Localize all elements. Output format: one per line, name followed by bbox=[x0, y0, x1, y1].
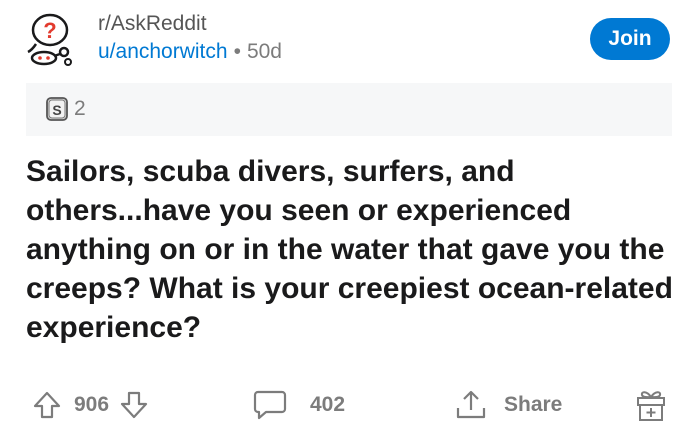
post-title[interactable]: Sailors, scuba divers, surfers, and othe… bbox=[26, 152, 686, 347]
silver-award-icon: S bbox=[46, 97, 68, 121]
upvote-arrow-icon[interactable] bbox=[32, 390, 62, 420]
meta-separator: • bbox=[233, 40, 241, 63]
gift-award-icon bbox=[637, 391, 665, 421]
action-bar: 906 402 Share bbox=[0, 380, 700, 430]
share-label: Share bbox=[504, 393, 563, 416]
svg-text:?: ? bbox=[43, 18, 56, 43]
comments-button[interactable]: 402 bbox=[252, 380, 345, 430]
post-meta: u/anchorwitch • 50d bbox=[98, 40, 282, 64]
comment-bubble-icon bbox=[253, 390, 287, 420]
post-age: 50d bbox=[246, 40, 282, 63]
author-link[interactable]: u/anchorwitch bbox=[98, 40, 228, 63]
downvote-arrow-icon[interactable] bbox=[119, 390, 149, 420]
comment-count: 402 bbox=[310, 393, 346, 416]
awards-bar[interactable]: S 2 bbox=[26, 83, 672, 136]
askreddit-snoo-icon[interactable]: ? bbox=[24, 10, 78, 68]
share-icon bbox=[456, 390, 486, 419]
give-award-button[interactable] bbox=[634, 380, 668, 430]
award-count: 2 bbox=[74, 97, 86, 120]
share-button[interactable]: Share bbox=[454, 380, 562, 430]
svg-text:S: S bbox=[52, 102, 61, 118]
vote-group: 906 bbox=[32, 380, 149, 430]
post-header: ? r/AskReddit u/anchorwitch • 50d Join bbox=[24, 10, 676, 72]
join-button[interactable]: Join bbox=[590, 18, 670, 60]
subreddit-name[interactable]: r/AskReddit bbox=[98, 12, 207, 36]
vote-count: 906 bbox=[74, 393, 110, 416]
